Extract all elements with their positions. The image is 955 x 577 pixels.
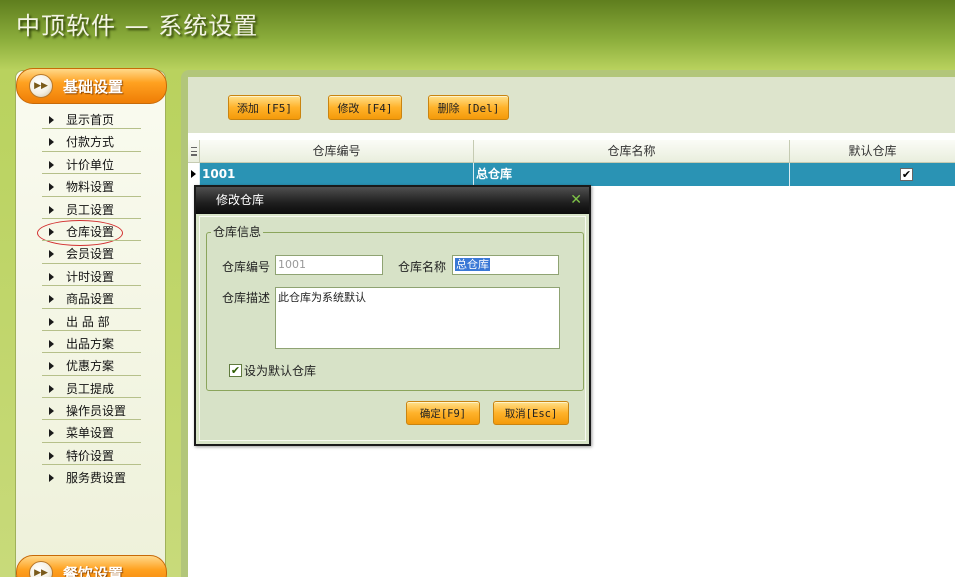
group-title: 仓库信息 [211,225,264,239]
name-label: 仓库名称 [398,260,447,274]
expand-arrow-icon: ▶▶ [29,561,53,577]
triangle-right-icon [49,362,54,371]
column-header-default[interactable]: 默认仓库 [790,140,955,163]
row-indicator [188,163,200,186]
section-title: 餐饮设置 [63,564,124,577]
sidebar-item-commission[interactable]: 员工提成 [16,378,166,400]
expand-arrow-icon: ▶▶ [29,74,53,98]
code-field[interactable]: 1001 [275,255,383,275]
section-header-catering[interactable]: ▶▶ 餐饮设置 [16,555,167,577]
sidebar-item-special-price[interactable]: 特价设置 [16,445,166,467]
sidebar-item-service-fee[interactable]: 服务费设置 [16,467,166,489]
sidebar-item-goods[interactable]: 商品设置 [16,288,166,310]
add-button[interactable]: 添加 [F5] [228,95,301,120]
triangle-right-icon [49,116,54,124]
section-header-basic[interactable]: ▶▶ 基础设置 [16,68,167,104]
sidebar: ▶▶ 基础设置 显示首页 付款方式 计价单位 物料设置 员工设置 仓库设置 会员… [15,68,167,577]
sidebar-item-output-dept[interactable]: 出 品 部 [16,311,166,333]
cancel-button[interactable]: 取消[Esc] [493,401,569,425]
sidebar-item-member[interactable]: 会员设置 [16,243,166,265]
close-icon[interactable]: ✕ [570,192,582,208]
grid-header-row: 仓库编号 仓库名称 默认仓库 [188,140,955,163]
cell-name[interactable]: 总仓库 [474,163,790,186]
confirm-button[interactable]: 确定[F9] [406,401,480,425]
code-label: 仓库编号 [222,260,271,274]
triangle-right-icon [49,407,54,416]
triangle-right-icon [49,474,54,483]
default-checkbox[interactable]: ✔ [900,168,913,181]
default-warehouse-checkbox[interactable]: ✔ [229,364,242,377]
sidebar-item-home[interactable]: 显示首页 [16,109,166,131]
triangle-right-icon [49,183,54,192]
triangle-right-icon [49,317,54,326]
cell-code[interactable]: 1001 [200,163,474,186]
triangle-right-icon [49,339,54,348]
sidebar-item-menu[interactable]: 菜单设置 [16,422,166,444]
triangle-right-icon [49,250,54,259]
triangle-right-icon [49,451,54,460]
triangle-right-icon [49,205,54,214]
row-indicator-header [188,140,200,163]
triangle-right-icon [49,272,54,281]
sidebar-item-discount[interactable]: 优惠方案 [16,355,166,377]
toolbar: 添加 [F5] 修改 [F4] 删除 [Del] [188,77,955,133]
dialog-titlebar[interactable]: 修改仓库 ✕ [196,187,589,214]
current-row-arrow-icon [191,170,196,178]
section-title: 基础设置 [63,77,124,96]
desc-label: 仓库描述 [222,291,271,305]
delete-button[interactable]: 删除 [Del] [428,95,509,120]
triangle-right-icon [49,429,54,438]
sidebar-item-staff[interactable]: 员工设置 [16,199,166,221]
sidebar-item-warehouse[interactable]: 仓库设置 [16,219,166,246]
sidebar-item-operator[interactable]: 操作员设置 [16,400,166,422]
sidebar-item-material[interactable]: 物料设置 [16,176,166,198]
warehouse-info-group: 仓库信息 仓库编号 1001 仓库名称 总仓库 仓库描述 此仓库为系统默认 ✔ … [206,225,584,391]
grid-menu-icon [191,147,197,156]
triangle-right-icon [49,227,54,236]
sidebar-nav-list: 显示首页 付款方式 计价单位 物料设置 员工设置 仓库设置 会员设置 计时设置 … [16,109,166,490]
name-field[interactable]: 总仓库 [452,255,559,275]
triangle-right-icon [49,295,54,304]
triangle-right-icon [49,138,54,147]
column-header-name[interactable]: 仓库名称 [474,140,790,163]
table-row[interactable]: 1001 总仓库 ✔ [188,163,955,186]
dialog-body: 仓库信息 仓库编号 1001 仓库名称 总仓库 仓库描述 此仓库为系统默认 ✔ … [199,216,586,441]
sidebar-item-payment[interactable]: 付款方式 [16,131,166,153]
name-value: 总仓库 [455,258,490,271]
column-header-code[interactable]: 仓库编号 [200,140,474,163]
triangle-right-icon [49,160,54,169]
app-title: 中顶软件 — 系统设置 [16,12,259,40]
cell-default[interactable]: ✔ [790,163,955,186]
edit-button[interactable]: 修改 [F4] [328,95,402,120]
sidebar-item-timing[interactable]: 计时设置 [16,266,166,288]
default-warehouse-label[interactable]: 设为默认仓库 [244,364,316,378]
dialog-title: 修改仓库 [216,193,265,207]
triangle-right-icon [49,384,54,393]
edit-warehouse-dialog: 修改仓库 ✕ 仓库信息 仓库编号 1001 仓库名称 总仓库 仓库描述 此仓库为… [194,185,591,446]
desc-field[interactable]: 此仓库为系统默认 [275,287,560,349]
sidebar-item-unit[interactable]: 计价单位 [16,154,166,176]
warehouse-grid: 仓库编号 仓库名称 默认仓库 1001 总仓库 ✔ [188,140,955,186]
sidebar-item-output-plan[interactable]: 出品方案 [16,333,166,355]
